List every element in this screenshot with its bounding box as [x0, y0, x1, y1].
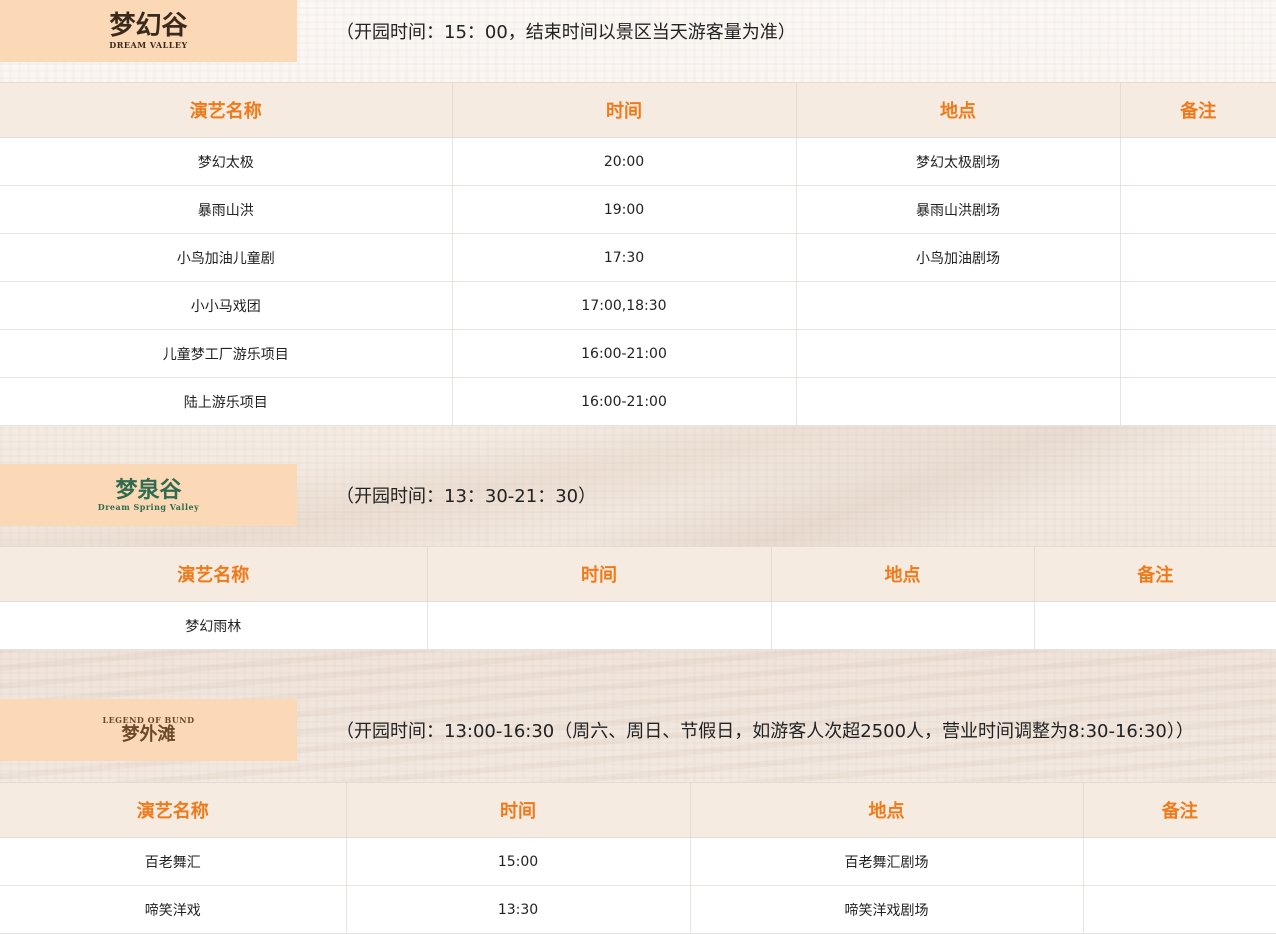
- show-location: 啼笑洋戏剧场: [689, 885, 1084, 934]
- show-schedule-table: 演艺名称 时间 地点 备注 梦幻太极 20:00 梦幻太极剧场 暴雨山洪 19:…: [0, 82, 1276, 426]
- show-location: 暴雨山洪剧场: [795, 185, 1121, 234]
- show-notes: [1119, 137, 1276, 186]
- show-location: [770, 601, 1035, 650]
- show-notes: [1082, 885, 1276, 934]
- show-time: 17:30: [451, 233, 797, 282]
- column-header-name: 演艺名称: [0, 546, 428, 602]
- show-name: 梦幻太极: [0, 137, 453, 186]
- opening-hours: （开园时间：15：00，结束时间以景区当天游客量为准）: [336, 22, 796, 43]
- show-location: 百老舞汇剧场: [689, 837, 1084, 886]
- column-header-time: 时间: [451, 82, 797, 138]
- show-name: 暴雨山洪: [0, 185, 453, 234]
- logo-title: 梦幻谷: [109, 11, 188, 41]
- logo-subtitle: Dream Spring Valley: [97, 502, 200, 512]
- table-row: 小鸟加油儿童剧 17:30 小鸟加油剧场: [0, 233, 1276, 282]
- show-location: [795, 281, 1121, 330]
- show-time: [426, 601, 772, 650]
- column-header-name: 演艺名称: [0, 82, 453, 138]
- show-time: 15:00: [345, 837, 691, 886]
- table-row: 梦幻太极 20:00 梦幻太极剧场: [0, 137, 1276, 186]
- show-notes: [1119, 233, 1276, 282]
- table-row: 百老舞汇 15:00 百老舞汇剧场: [0, 837, 1276, 886]
- table-header-row: 演艺名称 时间 地点 备注: [0, 82, 1276, 138]
- column-header-time: 时间: [426, 546, 772, 602]
- dream-valley-logo: 梦幻谷 DREAM VALLEY: [0, 0, 297, 62]
- show-name: 梦幻雨林: [0, 601, 428, 650]
- section-header: 梦幻谷 DREAM VALLEY （开园时间：15：00，结束时间以景区当天游客…: [0, 0, 1276, 62]
- show-schedule-table: 演艺名称 时间 地点 备注 百老舞汇 15:00 百老舞汇剧场 啼笑洋戏 13:…: [0, 782, 1276, 934]
- section-header: LEGEND OF BUND 梦外滩 （开园时间：13:00-16:30（周六、…: [0, 699, 1276, 761]
- show-time: 16:00-21:00: [451, 377, 797, 426]
- opening-hours: （开园时间：13:00-16:30（周六、周日、节假日，如游客人次超2500人，…: [336, 721, 1194, 742]
- show-name: 百老舞汇: [0, 837, 347, 886]
- show-name: 小鸟加油儿童剧: [0, 233, 453, 282]
- show-name: 儿童梦工厂游乐项目: [0, 329, 453, 378]
- show-location: 小鸟加油剧场: [795, 233, 1121, 282]
- logo-subtitle: DREAM VALLEY: [109, 40, 188, 50]
- park-section-dream-valley: 梦幻谷 DREAM VALLEY （开园时间：15：00，结束时间以景区当天游客…: [0, 0, 1276, 426]
- column-header-notes: 备注: [1033, 546, 1276, 602]
- table-row: 儿童梦工厂游乐项目 16:00-21:00: [0, 329, 1276, 378]
- show-location: 梦幻太极剧场: [795, 137, 1121, 186]
- show-notes: [1119, 281, 1276, 330]
- show-time: 13:30: [345, 885, 691, 934]
- dream-spring-valley-logo: 梦泉谷 Dream Spring Valley: [0, 464, 297, 526]
- column-header-location: 地点: [795, 82, 1121, 138]
- logo-title: 梦泉谷: [115, 477, 182, 503]
- table-header-row: 演艺名称 时间 地点 备注: [0, 782, 1276, 838]
- table-row: 小小马戏团 17:00,18:30: [0, 281, 1276, 330]
- show-notes: [1119, 329, 1276, 378]
- show-time: 19:00: [451, 185, 797, 234]
- section-header: 梦泉谷 Dream Spring Valley （开园时间：13：30-21：3…: [0, 464, 1276, 526]
- opening-hours: （开园时间：13：30-21：30）: [336, 486, 597, 507]
- column-header-location: 地点: [770, 546, 1035, 602]
- show-name: 陆上游乐项目: [0, 377, 453, 426]
- show-location: [795, 377, 1121, 426]
- column-header-location: 地点: [689, 782, 1084, 838]
- show-location: [795, 329, 1121, 378]
- table-row: 啼笑洋戏 13:30 啼笑洋戏剧场: [0, 885, 1276, 934]
- column-header-notes: 备注: [1119, 82, 1276, 138]
- column-header-notes: 备注: [1082, 782, 1276, 838]
- column-header-name: 演艺名称: [0, 782, 347, 838]
- table-row: 暴雨山洪 19:00 暴雨山洪剧场: [0, 185, 1276, 234]
- legend-of-bund-logo: LEGEND OF BUND 梦外滩: [0, 699, 297, 761]
- column-header-time: 时间: [345, 782, 691, 838]
- park-section-legend-of-bund: LEGEND OF BUND 梦外滩 （开园时间：13:00-16:30（周六、…: [0, 699, 1276, 934]
- show-time: 20:00: [451, 137, 797, 186]
- logo-title: 梦外滩: [121, 724, 176, 745]
- park-section-dream-spring-valley: 梦泉谷 Dream Spring Valley （开园时间：13：30-21：3…: [0, 464, 1276, 650]
- table-row: 陆上游乐项目 16:00-21:00: [0, 377, 1276, 426]
- show-name: 啼笑洋戏: [0, 885, 347, 934]
- show-notes: [1119, 377, 1276, 426]
- show-name: 小小马戏团: [0, 281, 453, 330]
- show-time: 16:00-21:00: [451, 329, 797, 378]
- show-schedule-table: 演艺名称 时间 地点 备注 梦幻雨林: [0, 546, 1276, 650]
- table-header-row: 演艺名称 时间 地点 备注: [0, 546, 1276, 602]
- show-notes: [1033, 601, 1276, 650]
- show-time: 17:00,18:30: [451, 281, 797, 330]
- table-row: 梦幻雨林: [0, 601, 1276, 650]
- logo-subtitle: LEGEND OF BUND: [102, 715, 195, 725]
- show-notes: [1082, 837, 1276, 886]
- show-notes: [1119, 185, 1276, 234]
